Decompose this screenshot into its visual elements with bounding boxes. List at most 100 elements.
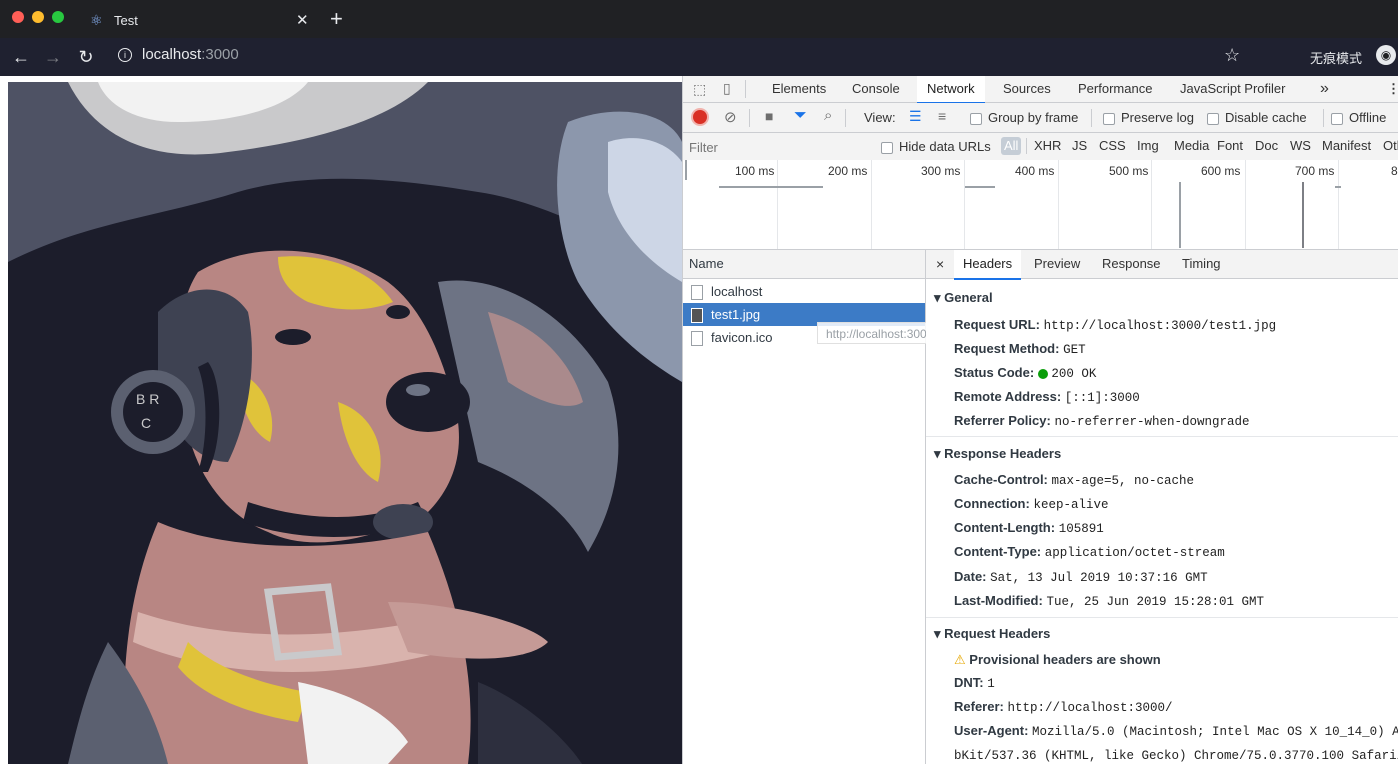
reload-icon[interactable]: ↻: [75, 46, 97, 68]
tab-javascript-profiler[interactable]: JavaScript Profiler: [1180, 76, 1285, 102]
section-divider: [926, 436, 1398, 437]
tick-label-700: 700 ms: [1295, 164, 1335, 178]
image-file-icon: [691, 308, 703, 324]
group-by-frame-checkbox[interactable]: Group by frame: [970, 110, 1078, 125]
zoom-window-button[interactable]: [52, 11, 64, 23]
filter-font[interactable]: Font: [1214, 137, 1246, 155]
response-headers-section-toggle[interactable]: ▾ Response Headers: [934, 446, 1061, 462]
capture-screenshots-icon[interactable]: ■: [765, 108, 773, 124]
general-section-toggle[interactable]: ▾ General: [934, 290, 993, 306]
filter-ws[interactable]: WS: [1287, 137, 1314, 155]
request-headers-section-toggle[interactable]: ▾ Request Headers: [934, 626, 1050, 642]
request-headers-title: Request Headers: [944, 626, 1051, 641]
close-details-icon[interactable]: ×: [936, 250, 944, 278]
devtools-menu-icon[interactable]: ⋮: [1387, 76, 1398, 102]
large-rows-icon[interactable]: ☰: [909, 108, 922, 125]
back-icon[interactable]: ←: [10, 46, 32, 68]
browser-tab[interactable]: ⚛ Test ✕: [78, 6, 326, 38]
request-row-localhost[interactable]: localhost: [683, 280, 925, 303]
preserve-log-checkbox[interactable]: Preserve log: [1103, 110, 1194, 125]
device-toolbar-icon[interactable]: ▯: [723, 80, 731, 97]
tab-headers[interactable]: Headers: [954, 250, 1022, 280]
general-title: General: [944, 290, 993, 305]
tick-label-200: 200 ms: [828, 164, 868, 178]
filter-css[interactable]: CSS: [1096, 137, 1129, 155]
details-tabs: × Headers Preview Response Timing: [926, 250, 1398, 280]
devtools-main-tabs: ⬚ ▯ Elements Console Network Sources Per…: [683, 76, 1398, 104]
offline-checkbox[interactable]: Offline: [1331, 110, 1386, 125]
tab-elements[interactable]: Elements: [772, 76, 826, 102]
close-tab-icon[interactable]: ✕: [296, 11, 309, 29]
timeline-tick: [1151, 160, 1152, 249]
tab-title: Test: [114, 13, 138, 28]
request-bar: [965, 186, 995, 188]
header-row: Connection: keep-alive: [954, 496, 1109, 512]
filter-input[interactable]: [687, 137, 871, 157]
svg-text:C: C: [141, 415, 151, 431]
tick-label-800: 8: [1391, 164, 1398, 178]
filter-icon[interactable]: ⏷: [794, 107, 807, 125]
hide-data-urls-checkbox[interactable]: Hide data URLs: [881, 139, 991, 154]
user-agent-continuation: bKit/537.36 (KHTML, like Gecko) Chrome/7…: [954, 749, 1398, 763]
close-window-button[interactable]: [12, 11, 24, 23]
more-tabs-icon[interactable]: »: [1320, 76, 1329, 102]
minimize-window-button[interactable]: [32, 11, 44, 23]
header-row: Referer: http://localhost:3000/: [954, 699, 1173, 715]
tab-sources[interactable]: Sources: [1003, 76, 1051, 102]
page-viewport: B R C: [0, 76, 682, 764]
tab-performance[interactable]: Performance: [1078, 76, 1152, 102]
filter-doc[interactable]: Doc: [1252, 137, 1281, 155]
tick-label-500: 500 ms: [1109, 164, 1149, 178]
toolbar-divider: [1091, 109, 1092, 127]
bookmark-star-icon[interactable]: ☆: [1224, 45, 1240, 66]
incognito-icon[interactable]: ◉: [1376, 45, 1396, 65]
new-tab-button[interactable]: +: [330, 6, 343, 32]
request-bar: [719, 186, 823, 188]
load-marker: [1302, 182, 1304, 248]
network-overview-timeline[interactable]: 100 ms 200 ms 300 ms 400 ms 500 ms 600 m…: [683, 160, 1398, 250]
request-details: × Headers Preview Response Timing ▾ Gene…: [926, 250, 1398, 764]
header-row: User-Agent: Mozilla/5.0 (Macintosh; Inte…: [954, 723, 1398, 739]
timeline-tick: [1338, 160, 1339, 249]
timeline-tick: [964, 160, 965, 249]
search-icon[interactable]: ⌕: [824, 107, 832, 124]
disable-cache-checkbox[interactable]: Disable cache: [1207, 110, 1307, 125]
name-column-header[interactable]: Name: [683, 250, 925, 279]
clear-icon[interactable]: ⊘: [724, 108, 737, 126]
tick-label-300: 300 ms: [921, 164, 961, 178]
status-ok-icon: [1037, 368, 1048, 379]
info-icon[interactable]: i: [118, 48, 132, 62]
response-headers-title: Response Headers: [944, 446, 1062, 461]
header-row: Request Method: GET: [954, 341, 1086, 357]
forward-icon[interactable]: →: [42, 46, 64, 68]
inspect-element-icon[interactable]: ⬚: [693, 81, 706, 98]
filter-xhr[interactable]: XHR: [1031, 137, 1064, 155]
document-file-icon: [691, 285, 703, 301]
network-toolbar: ⊘ ■ ⏷ ⌕ View: ☰ ≡ Group by frame Preserv…: [683, 103, 1398, 133]
tab-console[interactable]: Console: [852, 76, 900, 102]
filter-media[interactable]: Media: [1171, 137, 1212, 155]
tab-preview[interactable]: Preview: [1034, 250, 1080, 278]
request-name: test1.jpg: [711, 307, 761, 322]
tabs-divider: [745, 80, 746, 98]
filter-divider: [1026, 138, 1027, 154]
tab-timing[interactable]: Timing: [1182, 250, 1221, 278]
dom-content-loaded-marker: [1179, 182, 1181, 248]
filter-img[interactable]: Img: [1134, 137, 1162, 155]
toolbar-divider: [1323, 109, 1324, 127]
header-row: Status Code: 200 OK: [954, 365, 1097, 381]
section-divider: [926, 617, 1398, 618]
url-host: localhost: [142, 46, 202, 63]
filter-other[interactable]: Oth: [1380, 137, 1398, 155]
tab-response[interactable]: Response: [1102, 250, 1161, 278]
header-row: DNT: 1: [954, 675, 995, 691]
record-icon[interactable]: [693, 110, 707, 124]
header-row: Last-Modified: Tue, 25 Jun 2019 15:28:01…: [954, 593, 1264, 609]
filter-all[interactable]: All: [1001, 137, 1022, 155]
address-bar[interactable]: i localhost:3000: [110, 43, 1270, 71]
tab-network[interactable]: Network: [917, 76, 985, 104]
filter-manifest[interactable]: Manifest: [1319, 137, 1374, 155]
filter-js[interactable]: JS: [1069, 137, 1090, 155]
header-row: Cache-Control: max-age=5, no-cache: [954, 472, 1195, 488]
waterfall-icon[interactable]: ≡: [938, 108, 946, 124]
